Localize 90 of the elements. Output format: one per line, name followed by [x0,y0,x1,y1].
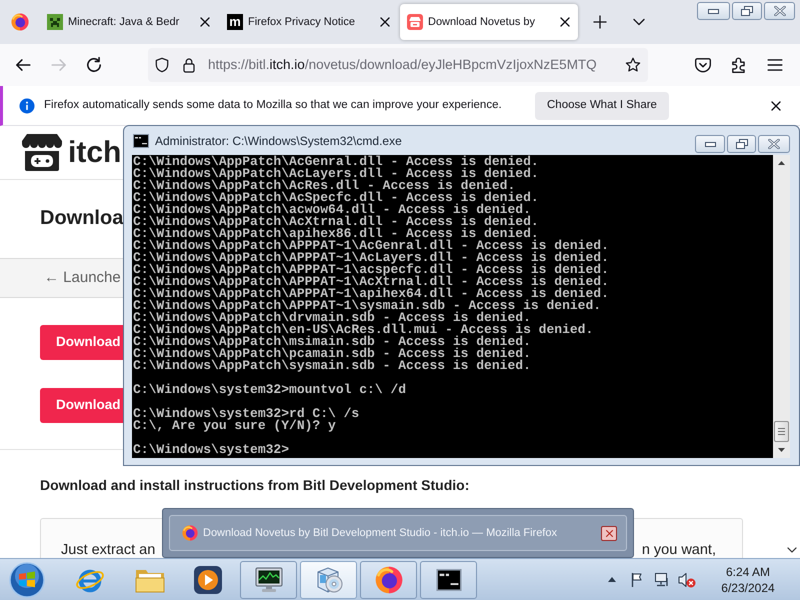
chevron-down-icon[interactable] [787,547,797,553]
pocket-icon[interactable] [694,56,712,74]
console-line: C:\Windows\AppPatch\en-US\AcRes.dll.mui - Access is denied. [133,324,594,336]
taskbar-button[interactable] [360,560,417,598]
browser-tab[interactable]: Download Novetus by [400,4,578,40]
console-line: C:\Windows\AppPatch\APPPAT~1\sysmain.sdb - Access is denied. [133,300,602,312]
window-title: Administrator: C:\Windows\System32\cmd.exe [155,132,402,150]
browser-logo-icon [182,525,198,541]
clock-date: 6/23/2024 [721,580,775,596]
plus-icon[interactable] [593,15,607,29]
clock-time: 6:24 AM [726,564,770,580]
scroll-down-icon[interactable] [778,448,785,452]
back-link[interactable]: ← Launche [44,266,121,290]
close-icon[interactable] [770,100,782,112]
minimize-icon [708,8,719,14]
console-line: C:\Windows\system32>rd C:\ /s [133,408,360,420]
console-line: C:\Windows\AppPatch\sysmain.sdb - Access is denied. [133,360,531,372]
console-line: C:\Windows\system32>mountvol c:\ /d [133,384,406,396]
download-button[interactable]: Download [40,325,123,360]
shield-icon[interactable] [154,57,170,73]
restore-icon [736,139,748,149]
close-icon[interactable] [559,16,571,28]
logo-text: itch [68,138,122,168]
console-line: C:\Windows\AppPatch\AcSpecfc.dll - Access is denied. [133,192,539,204]
close-button[interactable] [601,526,617,540]
lock-icon[interactable] [181,57,197,73]
storefront-icon [407,14,423,30]
minimize-button[interactable] [697,2,730,20]
speaker-muted-icon[interactable] [678,572,696,588]
close-button[interactable] [764,2,795,20]
star-icon[interactable] [625,57,641,73]
console-line: C:\, Are you sure (Y/N)? y [133,420,336,432]
minimize-icon [704,142,716,146]
caret-up-icon[interactable] [608,577,616,582]
start-orb-icon[interactable] [9,562,45,598]
menu-icon[interactable] [766,56,784,74]
console-line: C:\Windows\AppPatch\AcGenral.dll - Access is denied. [133,156,539,168]
restore-button[interactable] [727,135,756,153]
close-icon[interactable] [379,16,391,28]
close-icon [768,139,780,149]
console-line: C:\Windows\AppPatch\AcLayers.dll - Access is denied. [133,168,539,180]
terminal-icon [133,134,149,148]
console-line: C:\Windows\AppPatch\AcRes.dll - Access is denied. [133,180,516,192]
close-icon [774,6,786,16]
console-line: C:\Windows\AppPatch\APPPAT~1\AcXtrnal.dll - Access is denied. [133,276,609,288]
console-line: C:\Windows\AppPatch\APPPAT~1\apihex64.dll - Access is denied. [133,288,609,300]
close-icon[interactable] [199,16,211,28]
console-line: C:\Windows\AppPatch\msimain.sdb - Access is denied. [133,336,531,348]
console-line: C:\Windows\AppPatch\APPPAT~1\acspecfc.dll - Access is denied. [133,264,609,276]
reload-icon[interactable] [85,56,103,74]
address-bar[interactable]: https://bitl.itch.io/novetus/download/eyJleHBpcmVzIjoxNzE5MTQ [148,48,648,82]
page-heading: Downloa [40,207,124,229]
instructions-text: Just extract an [61,541,156,558]
close-button[interactable] [758,135,790,153]
minimize-button[interactable] [695,135,725,153]
restore-icon [741,6,753,16]
terminal-icon [434,568,462,590]
notification-message: Firefox automatically sends some data to Mozilla so that we can improve your experience. [44,98,503,113]
console-line: C:\Windows\AppPatch\acwow64.dll - Access is denied. [133,204,531,216]
scrollbar-thumb[interactable] [774,421,789,442]
info-icon [19,98,35,114]
taskbar-button[interactable] [240,560,297,598]
taskbar-button[interactable] [420,560,477,598]
console-line: C:\Windows\system32> [133,444,290,456]
network-icon[interactable] [654,572,670,588]
disc-box-icon [314,566,342,594]
back-arrow-icon[interactable] [14,56,32,74]
download-button[interactable]: Download [40,388,123,423]
pixel-face-icon [47,14,63,30]
browser-logo-icon [374,566,402,594]
browser-logo-icon[interactable] [11,13,29,31]
console-line: C:\Windows\AppPatch\APPPAT~1\AcGenral.dll - Access is denied. [133,240,609,252]
browser-tab[interactable]: Minecraft: Java & Bedr [40,4,218,40]
share-settings-button[interactable]: Choose What I Share [535,92,669,120]
scrollbar[interactable] [773,155,790,458]
play-icon[interactable] [193,564,223,594]
restore-button[interactable] [732,2,762,20]
instructions-heading: Download and install instructions from Bitl Development Studio: [40,477,470,493]
scroll-up-icon[interactable] [778,161,785,165]
site-favicon: m [227,14,243,30]
console-line: C:\Windows\AppPatch\apihex86.dll - Access is denied. [133,228,539,240]
console-line: C:\Windows\AppPatch\AcXtrnal.dll - Access is denied. [133,216,539,228]
storefront-logo-icon [22,134,62,171]
console-line: C:\Windows\AppPatch\APPPAT~1\AcLayers.dll - Access is denied. [133,252,609,264]
console-line: C:\Windows\AppPatch\pcamain.sdb - Access is denied. [133,348,531,360]
console-line: C:\Windows\AppPatch\drvmain.sdb - Access is denied. [133,312,531,324]
browser-tab[interactable]: m Firefox Privacy Notice [220,4,398,40]
chevron-down-icon[interactable] [633,18,645,26]
instructions-text: n you want, [642,541,716,558]
monitor-graph-icon [254,566,282,592]
